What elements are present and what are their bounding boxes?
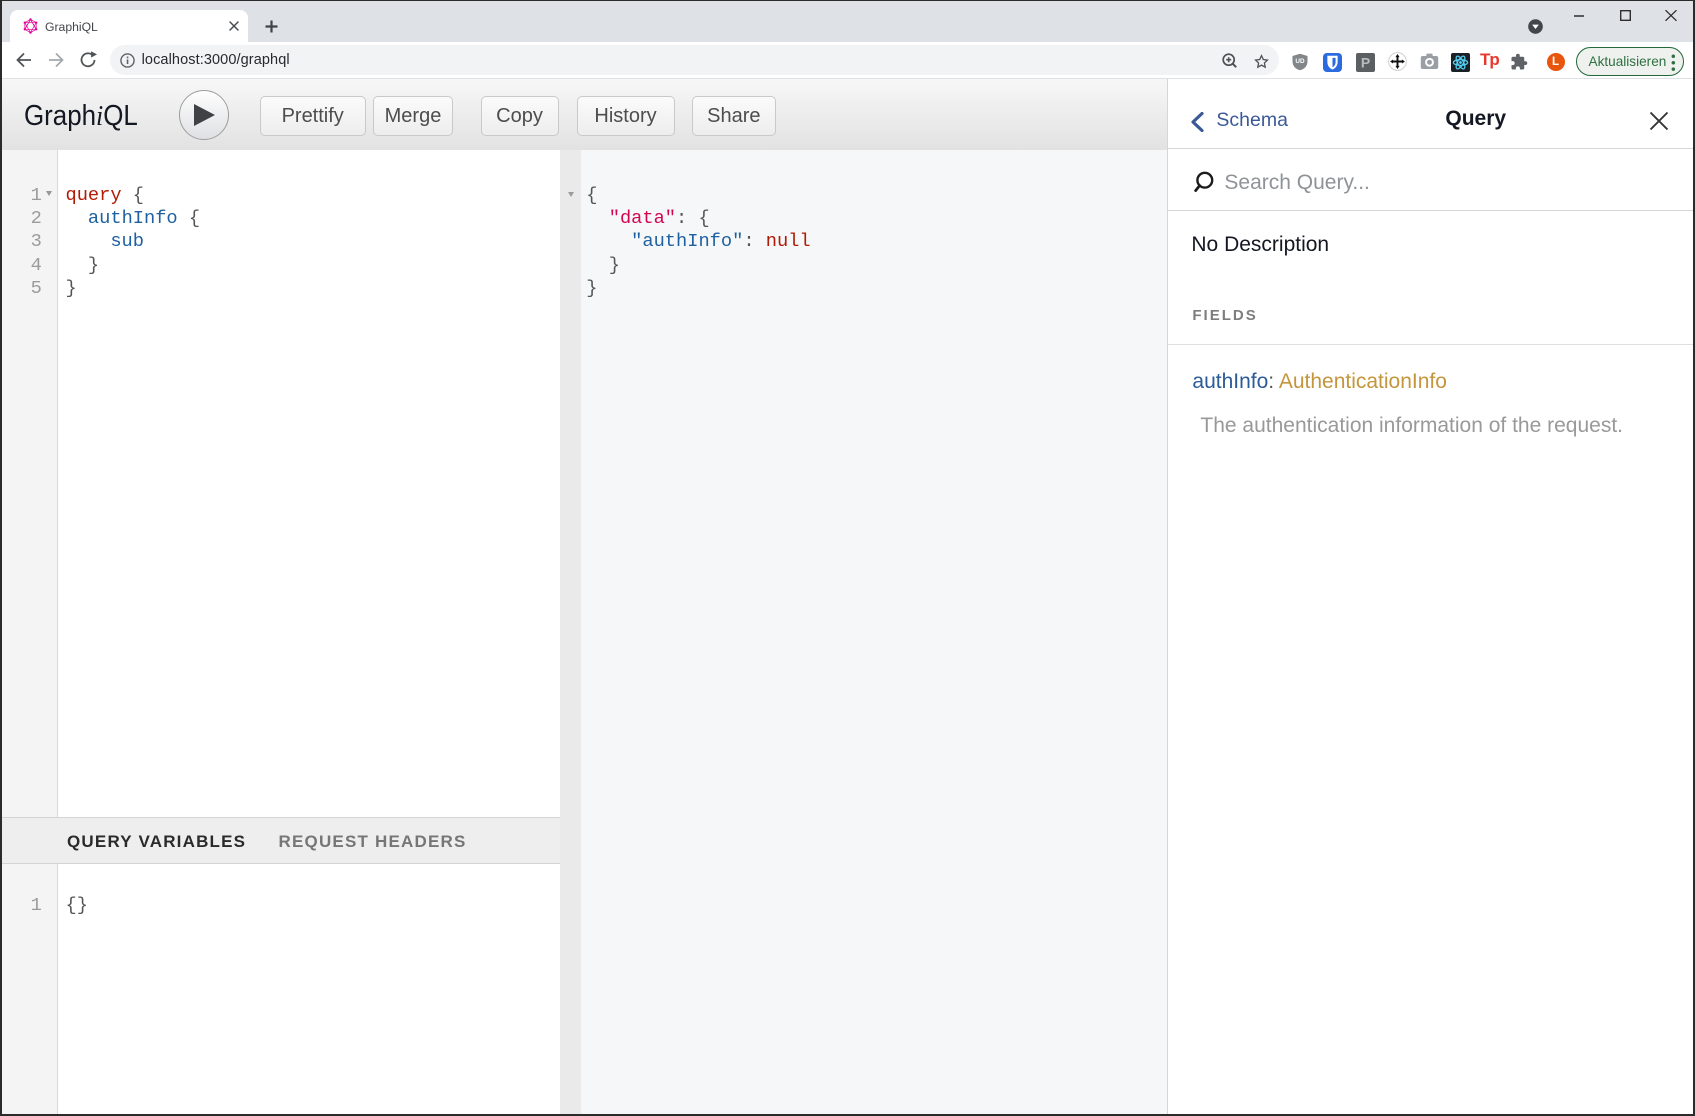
svg-text:P: P bbox=[1361, 54, 1370, 70]
svg-text:UD: UD bbox=[1295, 58, 1305, 65]
